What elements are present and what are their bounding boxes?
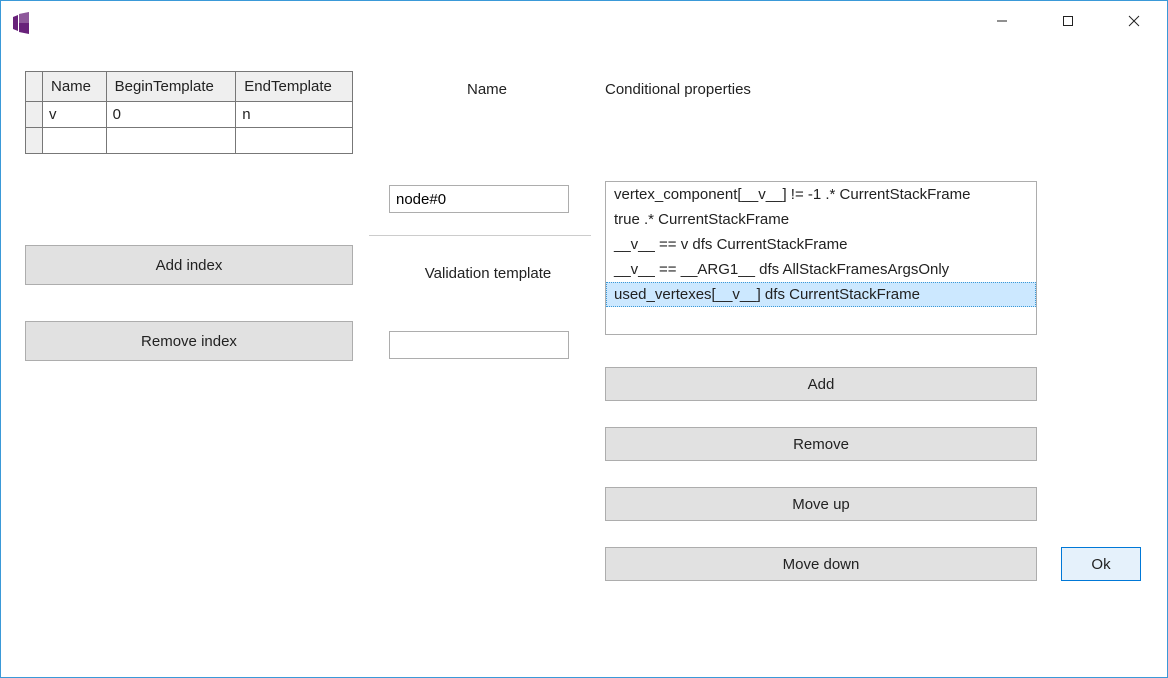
row-header — [26, 128, 43, 154]
conditional-item[interactable]: __v__ == v dfs CurrentStackFrame — [606, 232, 1036, 257]
validation-label: Validation template — [393, 265, 583, 282]
name-input[interactable] — [389, 185, 569, 213]
remove-button[interactable]: Remove — [605, 427, 1037, 461]
cell-begin[interactable]: 0 — [106, 102, 236, 128]
cell-name[interactable] — [43, 128, 107, 154]
window: Name BeginTemplate EndTemplate v 0 n — [0, 0, 1168, 678]
remove-index-button[interactable]: Remove index — [25, 321, 353, 361]
th-begin[interactable]: BeginTemplate — [106, 72, 236, 102]
th-name[interactable]: Name — [43, 72, 107, 102]
close-button[interactable] — [1101, 1, 1167, 41]
titlebar — [1, 1, 1167, 41]
index-table[interactable]: Name BeginTemplate EndTemplate v 0 n — [25, 71, 353, 154]
cell-end[interactable]: n — [236, 102, 353, 128]
add-index-button[interactable]: Add index — [25, 245, 353, 285]
divider — [369, 235, 591, 236]
window-controls — [969, 1, 1167, 41]
move-up-button[interactable]: Move up — [605, 487, 1037, 521]
maximize-button[interactable] — [1035, 1, 1101, 41]
conditional-item[interactable]: vertex_component[__v__] != -1 .* Current… — [606, 182, 1036, 207]
conditional-item[interactable]: true .* CurrentStackFrame — [606, 207, 1036, 232]
table-row-header-blank — [26, 72, 43, 102]
conditional-list[interactable]: vertex_component[__v__] != -1 .* Current… — [605, 181, 1037, 335]
conditional-item[interactable]: __v__ == __ARG1__ dfs AllStackFramesArgs… — [606, 257, 1036, 282]
cell-name[interactable]: v — [43, 102, 107, 128]
app-icon — [9, 11, 33, 35]
conditional-item[interactable]: used_vertexes[__v__] dfs CurrentStackFra… — [606, 282, 1036, 307]
move-down-button[interactable]: Move down — [605, 547, 1037, 581]
table-row[interactable]: v 0 n — [26, 102, 353, 128]
ok-button[interactable]: Ok — [1061, 547, 1141, 581]
th-end[interactable]: EndTemplate — [236, 72, 353, 102]
add-button[interactable]: Add — [605, 367, 1037, 401]
cell-end[interactable] — [236, 128, 353, 154]
conditional-label: Conditional properties — [605, 81, 751, 98]
body: Name BeginTemplate EndTemplate v 0 n — [1, 41, 1167, 81]
cell-begin[interactable] — [106, 128, 236, 154]
row-header — [26, 102, 43, 128]
name-label: Name — [401, 81, 573, 98]
minimize-button[interactable] — [969, 1, 1035, 41]
validation-input[interactable] — [389, 331, 569, 359]
table-row[interactable] — [26, 128, 353, 154]
